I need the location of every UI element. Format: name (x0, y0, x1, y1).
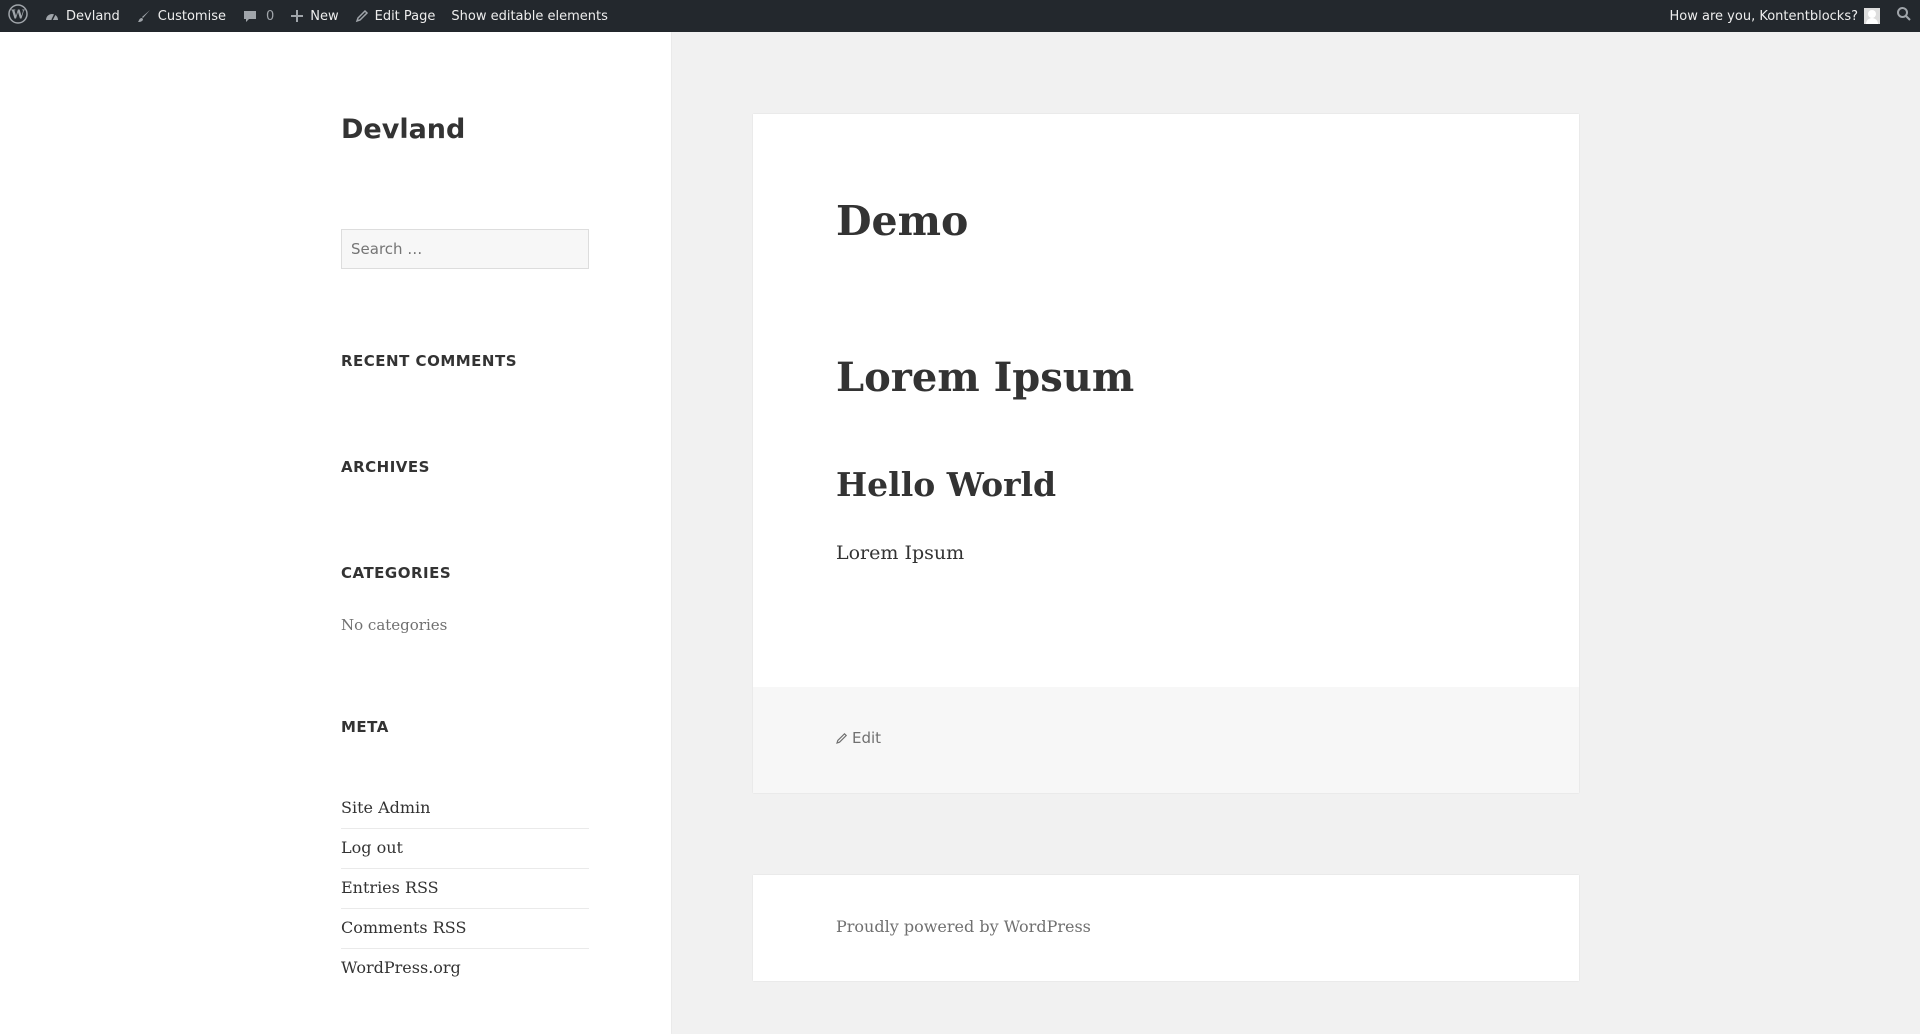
archives-title: ARCHIVES (341, 458, 430, 476)
admin-bar: W Devland Customise 0 New Edit Page Show… (0, 0, 1920, 32)
recent-comments-title: RECENT COMMENTS (341, 352, 518, 370)
categories-title: CATEGORIES (341, 564, 452, 582)
meta-link-log-out[interactable]: Log out (341, 829, 589, 869)
edit-link[interactable]: Edit (836, 729, 881, 747)
wordpress-logo-icon: W (8, 4, 28, 28)
site-name-label: Devland (66, 8, 120, 24)
paintbrush-icon (136, 8, 152, 24)
wordpress-menu[interactable]: W (0, 0, 36, 32)
meta-link-site-admin[interactable]: Site Admin (341, 789, 589, 829)
admin-bar-search[interactable] (1888, 0, 1920, 32)
avatar (1864, 8, 1880, 24)
edit-page-label: Edit Page (374, 8, 436, 24)
plus-icon (290, 9, 304, 23)
dashboard-icon (44, 8, 60, 24)
sidebar: Devland RECENT COMMENTS ARCHIVES CATEGOR… (0, 32, 671, 1034)
search-input[interactable] (341, 229, 589, 269)
search-icon (1896, 6, 1912, 26)
article-card: Demo Lorem Ipsum Hello World Lorem Ipsum… (753, 114, 1579, 793)
admin-bar-right: How are you, Kontentblocks? (1662, 0, 1920, 32)
new-content-menu[interactable]: New (282, 0, 346, 32)
comments-count: 0 (265, 8, 275, 24)
edit-label: Edit (852, 729, 882, 747)
account-menu[interactable]: How are you, Kontentblocks? (1662, 0, 1888, 32)
meta-link-wordpress-org[interactable]: WordPress.org (341, 949, 589, 989)
new-label: New (310, 8, 339, 24)
site-title[interactable]: Devland (341, 114, 465, 145)
site-name-menu[interactable]: Devland (36, 0, 128, 32)
meta-link-comments-rss[interactable]: Comments RSS (341, 909, 589, 949)
no-categories-text: No categories (341, 616, 448, 634)
admin-bar-left: W Devland Customise 0 New Edit Page Show… (0, 0, 616, 32)
comment-bubble-icon (242, 8, 258, 24)
heading-lorem-ipsum: Lorem Ipsum (836, 354, 1135, 401)
customise-link[interactable]: Customise (128, 0, 234, 32)
site-footer: Proudly powered by WordPress (753, 875, 1579, 981)
pencil-icon (836, 732, 848, 744)
greeting-label: How are you, Kontentblocks? (1669, 8, 1858, 24)
powered-by-link[interactable]: Proudly powered by WordPress (836, 917, 1091, 936)
edit-page-link[interactable]: Edit Page (347, 0, 444, 32)
paragraph-text: Lorem Ipsum (836, 542, 965, 564)
pencil-icon (355, 9, 369, 23)
article-footer: Edit (753, 687, 1579, 793)
meta-links: Site Admin Log out Entries RSS Comments … (341, 789, 589, 989)
heading-hello-world: Hello World (836, 465, 1057, 504)
comments-link[interactable]: 0 (234, 0, 282, 32)
meta-title: META (341, 718, 389, 736)
svg-text:W: W (10, 8, 25, 22)
page-title: Demo (836, 197, 969, 245)
meta-link-entries-rss[interactable]: Entries RSS (341, 869, 589, 909)
customise-label: Customise (157, 8, 226, 24)
show-editable-label: Show editable elements (451, 8, 608, 24)
show-editable-elements-link[interactable]: Show editable elements (443, 0, 616, 32)
